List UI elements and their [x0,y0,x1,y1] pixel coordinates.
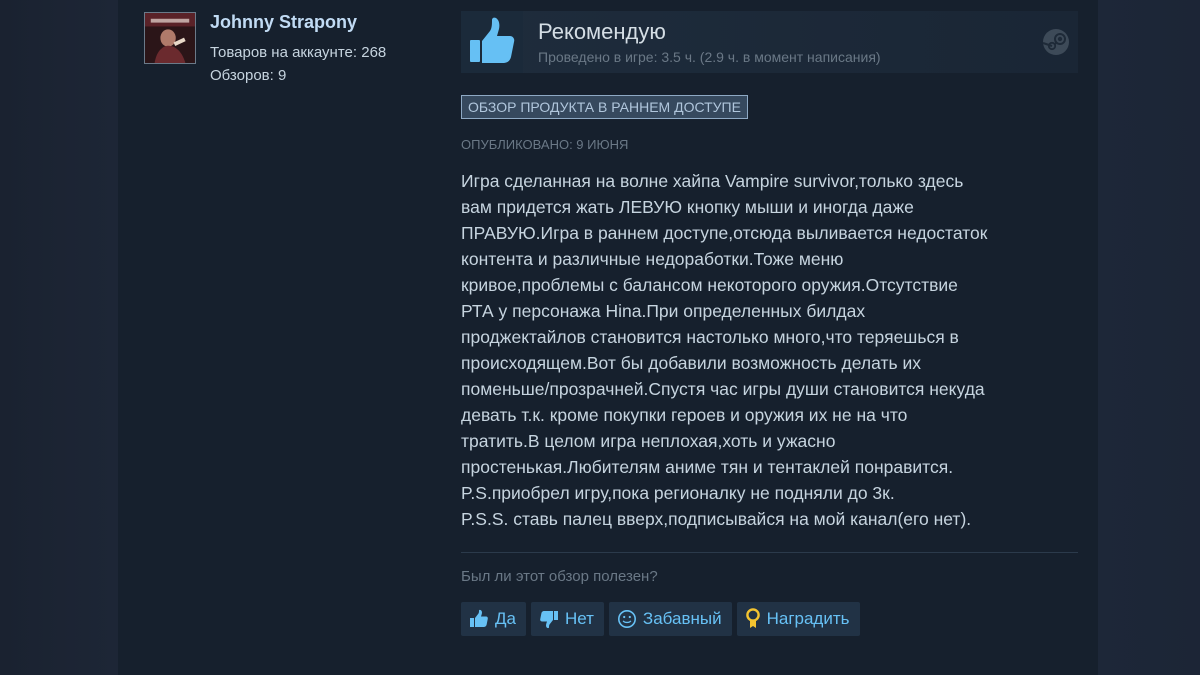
avatar-image [145,13,195,63]
thumbs-up-icon [470,609,488,627]
helpful-question: Был ли этот обзор полезен? [461,568,658,585]
award-label: Наградить [766,609,850,628]
review-line: РТА у персонажа Hina.При определенных би… [461,301,866,321]
products-count[interactable]: Товаров на аккаунте: 268 [210,44,386,61]
review-line: контента и различные недоработки.Тоже ме… [461,249,844,269]
page-background-right [1098,0,1200,675]
page-background-left [0,0,118,675]
reviews-count[interactable]: Обзоров: 9 [210,67,286,84]
review-line: P.S.приобрел игру,пока регионалку не под… [461,483,895,503]
review-line: девать т.к. кроме покупки героев и оружи… [461,405,908,425]
posted-date: ОПУБЛИКОВАНО: 9 ИЮНЯ [461,137,629,152]
review-line: поменьше/прозрачней.Спустя час игры души… [461,379,985,399]
review-line: простенькая.Любителям аниме тян и тентак… [461,457,954,477]
review-line: проджектайлов становится настолько много… [461,327,959,347]
review-text: Игра сделанная на волне хайпа Vampire su… [461,168,1081,532]
avatar[interactable] [144,12,196,64]
vote-yes-button[interactable]: Да [461,602,526,636]
review-line: происходящем.Вот бы добавили возможность… [461,353,921,373]
vote-funny-label: Забавный [642,609,722,628]
award-button[interactable]: Наградить [736,602,860,636]
verdict-title[interactable]: Рекомендую [538,19,666,45]
playtime-text: Проведено в игре: 3.5 ч. (2.9 ч. в момен… [538,49,881,65]
vote-yes-label: Да [495,609,516,628]
award-icon [745,608,760,628]
early-access-badge: ОБЗОР ПРОДУКТА В РАННЕМ ДОСТУПЕ [461,95,748,119]
review-line: ПРАВУЮ.Игра в раннем доступе,отсюда выли… [461,223,988,243]
thumbs-up-icon [461,11,523,73]
vote-no-button[interactable]: Нет [530,602,604,636]
thumbs-down-icon [540,611,558,629]
vote-no-label: Нет [564,609,594,628]
vote-funny-button[interactable]: Забавный [608,602,732,636]
smiley-icon [617,610,636,628]
steam-logo-icon [1042,29,1069,55]
vote-controls: Да Нет Забавный Наградить [461,602,860,636]
review-line: вам придется жать ЛЕВУЮ кнопку мыши и ин… [461,197,914,217]
divider [461,552,1078,553]
review-line: кривое,проблемы с балансом некоторого ор… [461,275,958,295]
reviewer-name[interactable]: Johnny Strapony [210,12,357,33]
verdict-header: Рекомендую Проведено в игре: 3.5 ч. (2.9… [461,11,1078,73]
review-line: Игра сделанная на волне хайпа Vampire su… [461,171,964,191]
review-line: тратить.В целом игра неплохая,хоть и ужа… [461,431,836,451]
review-line: P.S.S. ставь палец вверх,подписывайся на… [461,509,972,529]
